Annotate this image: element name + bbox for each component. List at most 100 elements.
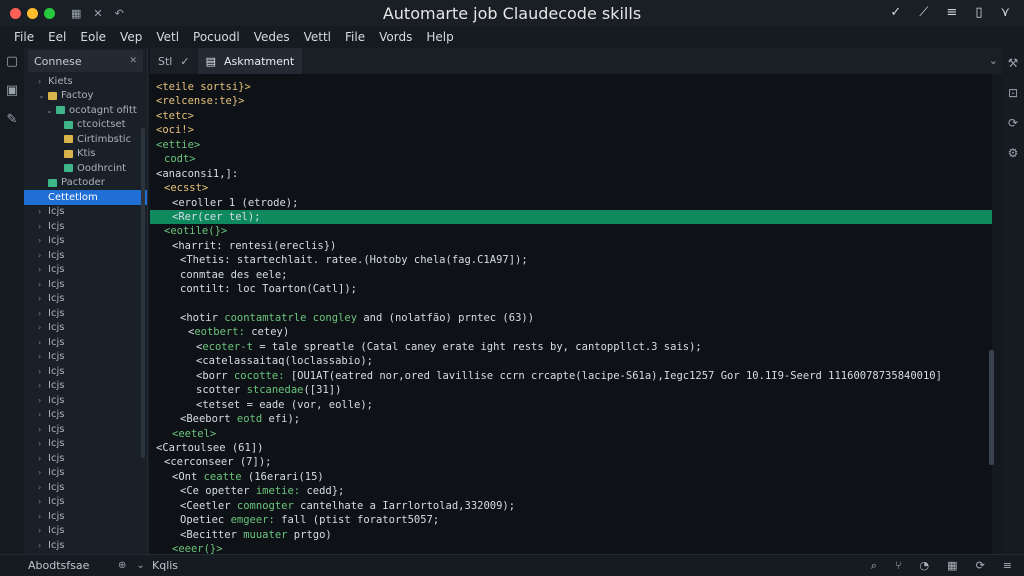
code-line[interactable]: <teile sortsi}> bbox=[150, 80, 992, 94]
debug-icon[interactable]: ⟳ bbox=[1008, 116, 1018, 130]
code-line[interactable]: <ecoter-t = tale spreatle (Catal caney e… bbox=[150, 340, 992, 354]
grid-icon[interactable]: ▦ bbox=[947, 559, 957, 573]
check-icon[interactable]: ✓ bbox=[180, 55, 189, 68]
twisty-icon[interactable]: › bbox=[38, 541, 48, 550]
tree-item[interactable]: Ktis bbox=[24, 147, 147, 162]
chevron-down-icon[interactable]: ⌄ bbox=[136, 560, 144, 571]
twisty-icon[interactable]: › bbox=[38, 454, 48, 463]
tree-item[interactable]: Cirtimbstic bbox=[24, 132, 147, 147]
code-line[interactable]: <oci!> bbox=[150, 123, 992, 137]
split-icon[interactable]: ⊡ bbox=[1008, 86, 1018, 100]
twisty-icon[interactable]: › bbox=[38, 512, 48, 521]
files-icon[interactable]: ▣ bbox=[6, 83, 18, 98]
edit-icon[interactable]: ✎ bbox=[7, 112, 18, 127]
add-icon[interactable]: ⊕ bbox=[118, 560, 126, 571]
menu-item[interactable]: Vetl bbox=[156, 30, 179, 44]
pin-icon[interactable]: ⟋ bbox=[919, 5, 928, 20]
tree-item[interactable]: ⌄ Factoy bbox=[24, 89, 147, 104]
code-line[interactable]: <eetel> bbox=[150, 427, 992, 441]
code-line[interactable]: <Ce opetter imetie: cedd}; bbox=[150, 484, 992, 498]
twisty-icon[interactable]: › bbox=[38, 526, 48, 535]
tree-item[interactable]: › Icjs bbox=[24, 437, 147, 452]
sidebar-scrollbar[interactable] bbox=[141, 128, 145, 458]
tree-item[interactable]: › Icjs bbox=[24, 263, 147, 278]
code-line[interactable]: <Beebort eotd efi); bbox=[150, 412, 992, 426]
menu-item[interactable]: Vedes bbox=[254, 30, 290, 44]
editor-scrollbar[interactable] bbox=[989, 350, 994, 465]
settings-icon[interactable]: ⚙ bbox=[1008, 146, 1019, 160]
twisty-icon[interactable]: › bbox=[38, 338, 48, 347]
close-window-button[interactable] bbox=[10, 7, 21, 19]
tree-item[interactable]: › Icjs bbox=[24, 205, 147, 220]
twisty-icon[interactable]: › bbox=[38, 222, 48, 231]
code-line[interactable]: codt> bbox=[150, 152, 992, 166]
highlighted-code-line[interactable]: <Rer(cer tel); bbox=[150, 209, 992, 225]
code-line[interactable]: <tetc> bbox=[150, 109, 992, 123]
tree-item[interactable]: › Icjs bbox=[24, 480, 147, 495]
menu-item[interactable]: Eel bbox=[48, 30, 66, 44]
code-line[interactable]: <ettie> bbox=[150, 138, 992, 152]
tree-item[interactable]: › Icjs bbox=[24, 292, 147, 307]
explorer-search[interactable]: Connese ✕ bbox=[28, 50, 143, 72]
code-line[interactable]: <hotir coontamtatrle congley and (nolatf… bbox=[150, 311, 992, 325]
twisty-icon[interactable]: › bbox=[38, 410, 48, 419]
menu-item[interactable]: Vettl bbox=[304, 30, 331, 44]
menu-item[interactable]: File bbox=[345, 30, 365, 44]
tree-item[interactable]: › Icjs bbox=[24, 509, 147, 524]
page-icon[interactable]: ▯ bbox=[975, 5, 982, 20]
code-line[interactable]: <catelassaitaq(loclassabio); bbox=[150, 354, 992, 368]
twisty-icon[interactable]: › bbox=[38, 468, 48, 477]
tree-item[interactable]: › Icjs bbox=[24, 364, 147, 379]
code-editor[interactable]: <teile sortsi}> <relcense:te}> <tetc> <oci!… bbox=[150, 74, 992, 554]
code-line[interactable]: <ecsst> bbox=[150, 181, 992, 195]
code-line[interactable]: scotter stcanedae([31]) bbox=[150, 383, 992, 397]
minimize-window-button[interactable] bbox=[27, 7, 38, 19]
tree-item[interactable]: › Icjs bbox=[24, 306, 147, 321]
twisty-icon[interactable]: › bbox=[38, 367, 48, 376]
twisty-icon[interactable]: › bbox=[38, 381, 48, 390]
tree-item[interactable]: › Icjs bbox=[24, 350, 147, 365]
search-icon[interactable]: ⌕ bbox=[871, 559, 877, 573]
code-line[interactable]: <cerconseer (7]); bbox=[150, 455, 992, 469]
twisty-icon[interactable]: › bbox=[38, 294, 48, 303]
close-icon[interactable]: ✕ bbox=[129, 56, 137, 66]
tree-item[interactable]: › Kiets bbox=[24, 74, 147, 89]
menu-item[interactable]: Eole bbox=[80, 30, 106, 44]
tools-icon[interactable]: ⚒ bbox=[1008, 56, 1019, 70]
tree-item[interactable]: Oodhrcint bbox=[24, 161, 147, 176]
code-line[interactable]: <Ceetler comnogter cantelhate a Iarrlort… bbox=[150, 499, 992, 513]
code-line[interactable]: <Thetis: startechlait. ratee.(Hotoby che… bbox=[150, 253, 992, 267]
bell-icon[interactable]: ◔ bbox=[920, 559, 930, 573]
menu-item[interactable]: Vep bbox=[120, 30, 142, 44]
twisty-icon[interactable]: › bbox=[38, 483, 48, 492]
code-line[interactable]: <eeer(}> bbox=[150, 542, 992, 554]
code-line[interactable]: contilt: loc Toarton(Catl]); bbox=[150, 282, 992, 296]
explorer-icon[interactable]: ▢ bbox=[6, 54, 18, 69]
twisty-icon[interactable]: › bbox=[38, 265, 48, 274]
code-line[interactable]: <eotbert: cetey) bbox=[150, 325, 992, 339]
tree-item[interactable]: ctcoictset bbox=[24, 118, 147, 133]
editor-tab[interactable]: Stl ✓ bbox=[150, 48, 198, 74]
code-line[interactable]: <eroller 1 (etrode); bbox=[150, 196, 992, 210]
code-line[interactable]: <harrit: rentesi(ereclis}) bbox=[150, 239, 992, 253]
tree-item[interactable]: Cettetlom bbox=[24, 190, 147, 205]
code-line[interactable]: <tetset = eade (vor, eolle); bbox=[150, 398, 992, 412]
twisty-icon[interactable]: › bbox=[38, 236, 48, 245]
tree-item[interactable]: › Icjs bbox=[24, 495, 147, 510]
twisty-icon[interactable]: › bbox=[38, 280, 48, 289]
twisty-icon[interactable]: › bbox=[38, 251, 48, 260]
tree-item[interactable]: ⌄ ocotagnt ofitt bbox=[24, 103, 147, 118]
menu-item[interactable]: Pocuodl bbox=[193, 30, 240, 44]
twisty-icon[interactable]: ⌄ bbox=[38, 91, 48, 100]
editor-tab[interactable]: ▤ Askmatment bbox=[197, 48, 303, 74]
tree-item[interactable]: › Icjs bbox=[24, 538, 147, 553]
twisty-icon[interactable]: › bbox=[38, 396, 48, 405]
tree-item[interactable]: › Icjs bbox=[24, 321, 147, 336]
menu-icon[interactable]: ≡ bbox=[946, 5, 957, 20]
code-line[interactable]: Opetiec emgeer: fall (ptist foratort5057… bbox=[150, 513, 992, 527]
twisty-icon[interactable]: › bbox=[38, 439, 48, 448]
tree-item[interactable]: › Icjs bbox=[24, 277, 147, 292]
tree-item[interactable]: › Icjs bbox=[24, 451, 147, 466]
tree-item[interactable]: › Icjs bbox=[24, 393, 147, 408]
check-icon[interactable]: ✓ bbox=[890, 5, 901, 20]
